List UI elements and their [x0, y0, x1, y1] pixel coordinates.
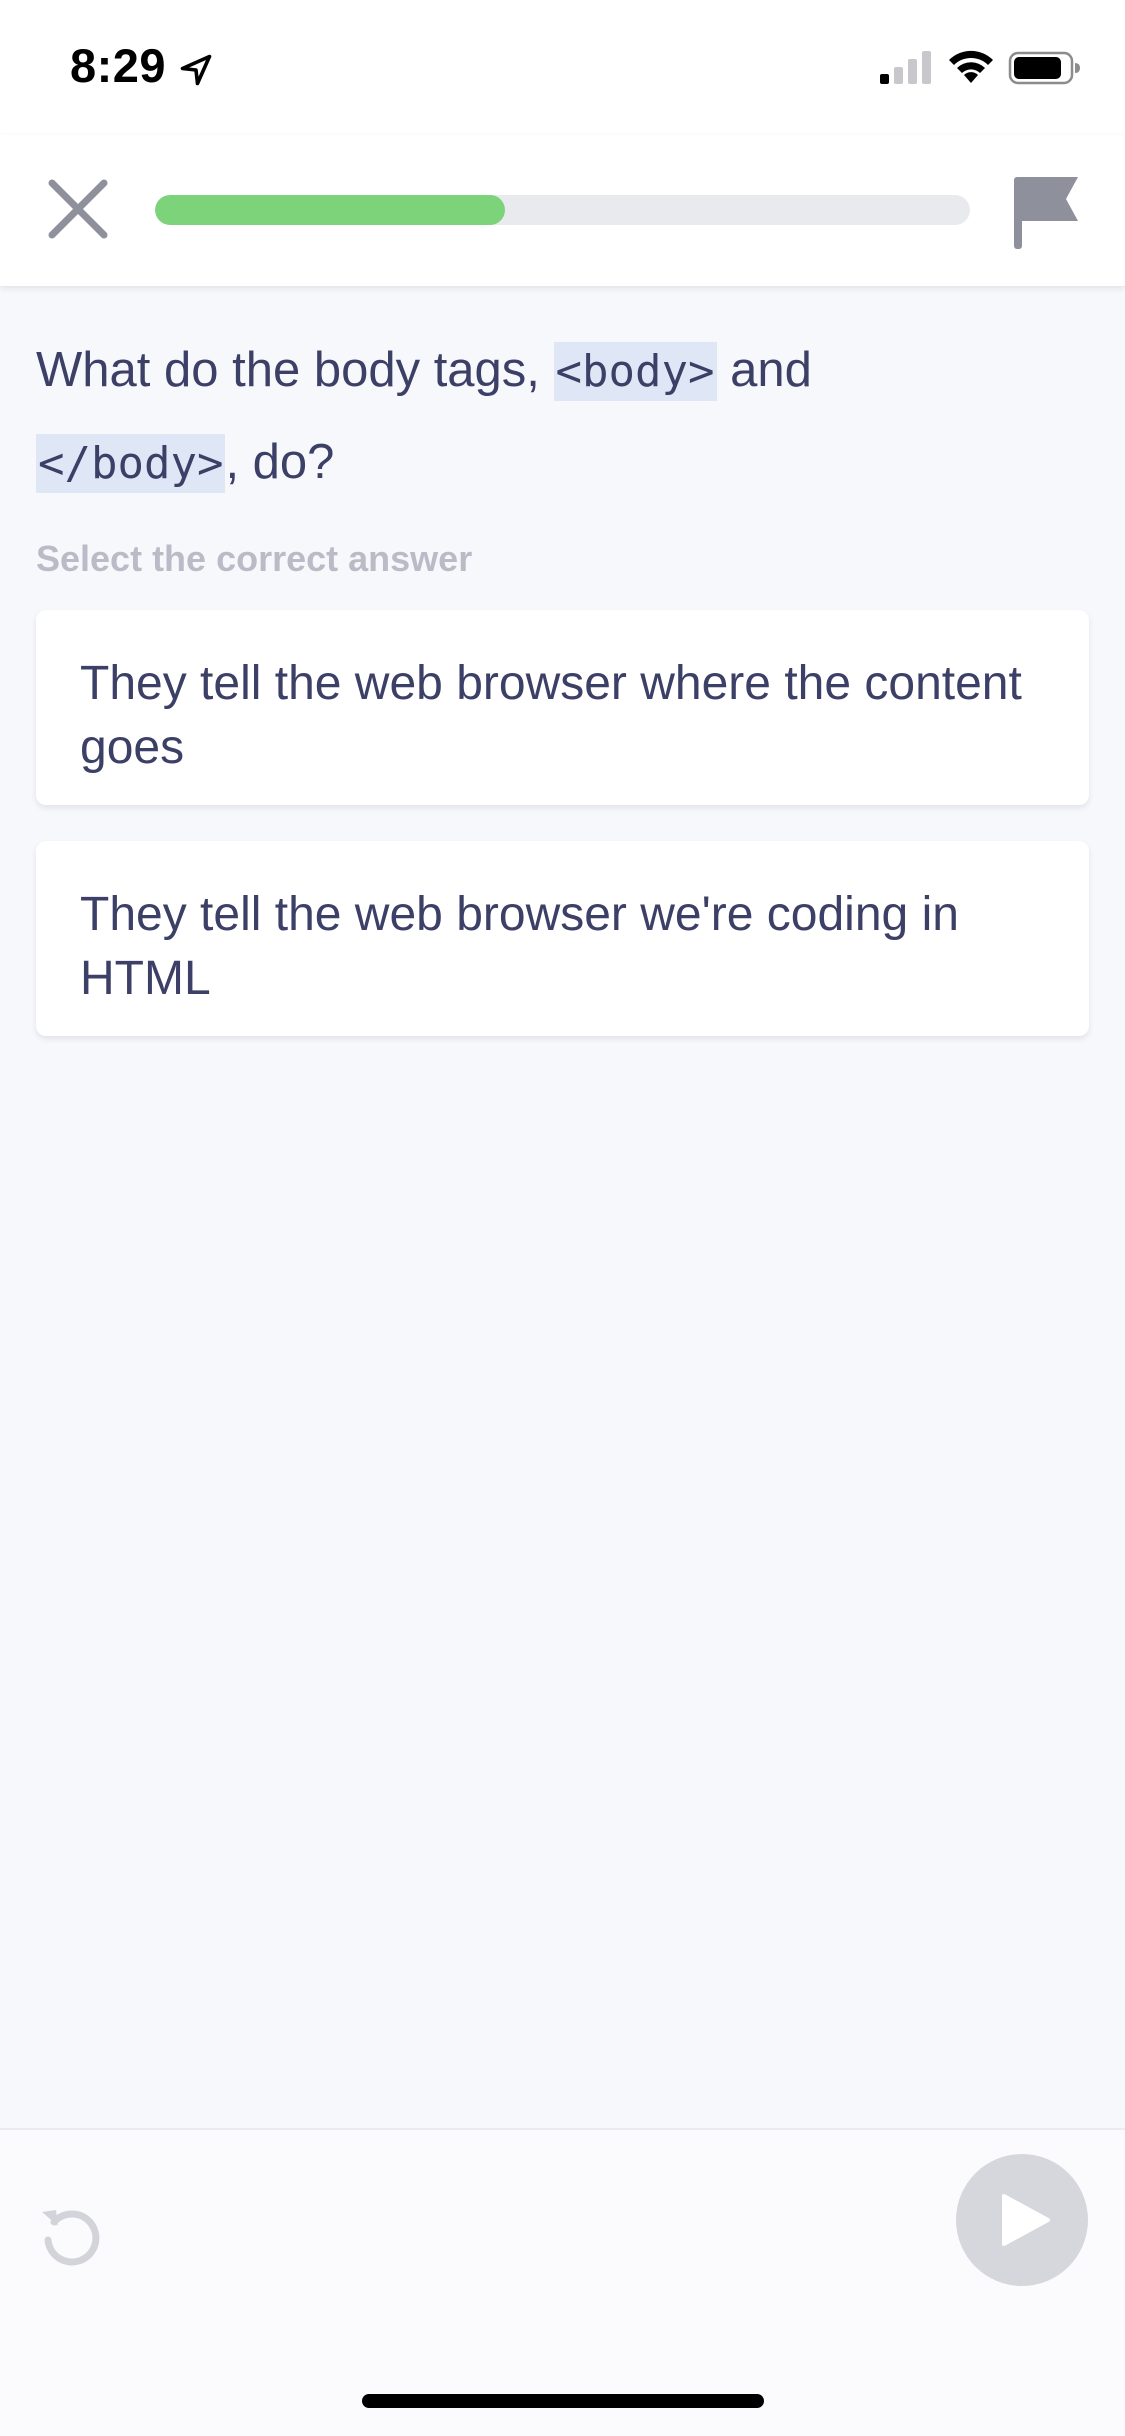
battery-icon	[1008, 51, 1080, 85]
close-icon[interactable]	[44, 175, 112, 243]
home-indicator	[362, 2394, 764, 2408]
answer-label: They tell the web browser where the cont…	[80, 657, 1022, 774]
cellular-signal-icon	[880, 51, 931, 84]
status-bar: 8:29	[0, 0, 1125, 135]
answer-label: They tell the web browser we're coding i…	[80, 888, 959, 1005]
play-icon	[1002, 2194, 1050, 2246]
wifi-icon	[949, 50, 993, 83]
lesson-header	[0, 135, 1125, 287]
bottom-bar	[0, 2128, 1125, 2436]
question-middle: and	[716, 343, 812, 397]
undo-icon[interactable]	[36, 2200, 106, 2270]
location-arrow-icon	[180, 54, 212, 86]
status-time: 8:29	[70, 39, 167, 92]
answer-option[interactable]: They tell the web browser where the cont…	[36, 610, 1089, 805]
answer-option[interactable]: They tell the web browser we're coding i…	[36, 841, 1089, 1036]
progress-fill	[155, 195, 506, 225]
flag-icon[interactable]	[1010, 173, 1082, 253]
progress-bar	[155, 195, 970, 225]
question-text: What do the body tags, <body> and </body…	[36, 325, 1086, 509]
instruction-label: Select the correct answer	[36, 538, 473, 579]
question-prefix: What do the body tags,	[36, 343, 554, 397]
code-body-close: </body>	[36, 434, 226, 493]
screen: 8:29 What do the body tags, <body> and <…	[0, 0, 1125, 2436]
play-button[interactable]	[956, 2154, 1088, 2286]
question-suffix: , do?	[225, 435, 335, 489]
code-body-open: <body>	[553, 342, 717, 401]
